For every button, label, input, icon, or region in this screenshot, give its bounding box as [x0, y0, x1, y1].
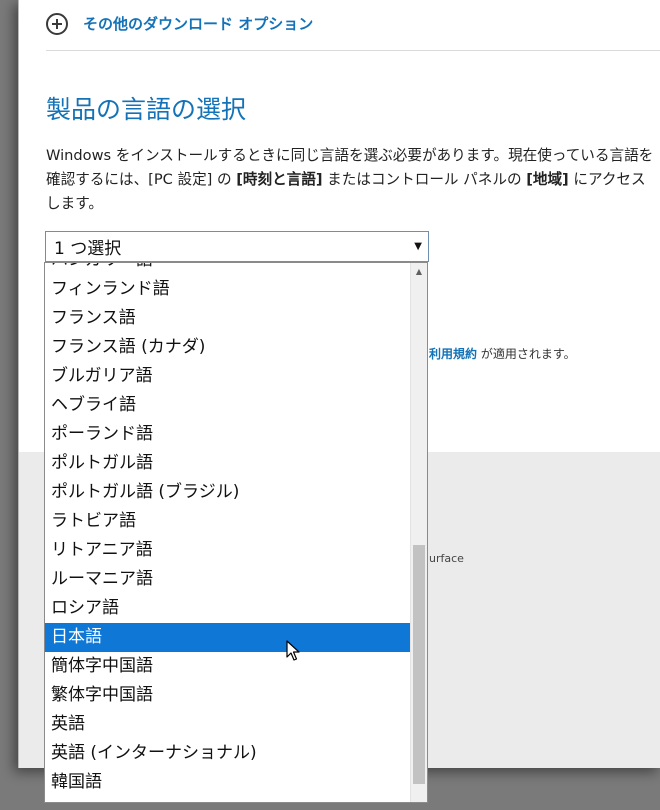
language-option[interactable]: リトアニア語: [45, 536, 411, 565]
language-option[interactable]: ヘブライ語: [45, 391, 411, 420]
plus-circle-icon[interactable]: [46, 13, 68, 35]
language-option[interactable]: ルーマニア語: [45, 565, 411, 594]
language-option[interactable]: ラトビア語: [45, 507, 411, 536]
scroll-up-arrow-icon[interactable]: ▲: [411, 265, 427, 279]
language-option[interactable]: 英語: [45, 710, 411, 739]
terms-link[interactable]: 利用規約: [429, 347, 477, 361]
language-select[interactable]: 1 つ選択 ▼: [45, 231, 429, 262]
region-label: [地域]: [526, 171, 569, 188]
language-option[interactable]: フランス語: [45, 304, 411, 333]
language-option[interactable]: 繁体字中国語: [45, 681, 411, 710]
mouse-cursor-icon: [286, 640, 300, 661]
language-option[interactable]: ロシア語: [45, 594, 411, 623]
language-option[interactable]: フィンランド語: [45, 275, 411, 304]
surface-text: urface: [429, 552, 464, 565]
more-download-options[interactable]: その他のダウンロード オプション: [46, 12, 660, 50]
terms-suffix: が適用されます。: [477, 347, 576, 361]
language-option[interactable]: フランス語 (カナダ): [45, 333, 411, 362]
dropdown-arrow-icon[interactable]: ▼: [414, 241, 422, 252]
language-option[interactable]: 簡体字中国語: [45, 652, 411, 681]
language-option[interactable]: ハンガリー語: [45, 263, 411, 275]
language-section-description: Windows をインストールするときに同じ言語を選ぶ必要があります。現在使って…: [46, 144, 656, 216]
language-option[interactable]: ポルトガル語: [45, 449, 411, 478]
language-section-title: 製品の言語の選択: [46, 95, 247, 124]
scroll-thumb[interactable]: [413, 545, 425, 784]
more-download-options-link[interactable]: その他のダウンロード オプション: [83, 12, 313, 36]
terms-text: 利用規約 が適用されます。: [429, 345, 576, 362]
language-option[interactable]: 韓国語: [45, 768, 411, 797]
language-option[interactable]: ポルトガル語 (ブラジル): [45, 478, 411, 507]
language-option[interactable]: 英語 (インターナショナル): [45, 739, 411, 768]
divider: [46, 50, 660, 51]
language-dropdown-list[interactable]: ハンガリー語フィンランド語フランス語フランス語 (カナダ)ブルガリア語ヘブライ語…: [44, 262, 428, 803]
language-select-value: 1 つ選択: [54, 239, 122, 259]
language-option[interactable]: 日本語: [45, 623, 411, 652]
time-language-label: [時刻と言語]: [236, 171, 323, 188]
language-options: ハンガリー語フィンランド語フランス語フランス語 (カナダ)ブルガリア語ヘブライ語…: [45, 263, 411, 797]
desc-text: またはコントロール パネルの: [322, 171, 527, 188]
scrollbar[interactable]: ▲: [410, 263, 427, 802]
language-option[interactable]: ブルガリア語: [45, 362, 411, 391]
language-option[interactable]: ポーランド語: [45, 420, 411, 449]
